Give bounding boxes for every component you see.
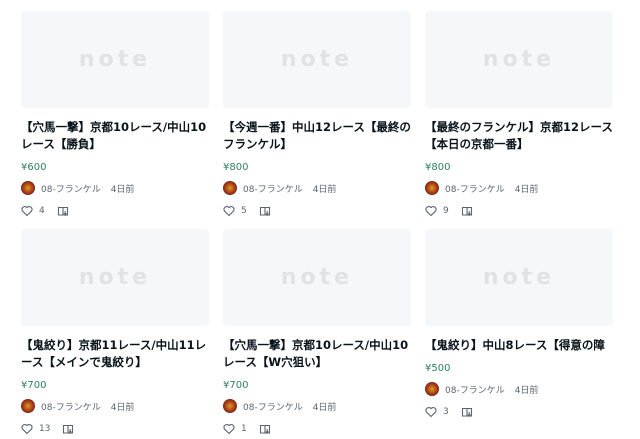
note-card[interactable]: note 【最終のフランケル】京都12レース【本日の京都一番】 ¥800 08-…: [425, 11, 613, 217]
post-date: 4日前: [312, 184, 337, 195]
note-card[interactable]: note 【穴馬一撃】京都10レース/中山10レース【勝負】 ¥600 08-フ…: [21, 11, 209, 217]
add-to-magazine-icon[interactable]: [62, 423, 74, 435]
avatar[interactable]: [223, 181, 237, 195]
card-actions: 1: [223, 423, 411, 435]
card-author[interactable]: 08-フランケル 4日前: [425, 181, 613, 195]
note-card-grid: note 【穴馬一撃】京都10レース/中山10レース【勝負】 ¥600 08-フ…: [0, 0, 640, 439]
card-price: ¥800: [223, 162, 249, 173]
author-name[interactable]: 08-フランケル: [41, 182, 101, 195]
post-date: 4日前: [514, 385, 539, 396]
card-author[interactable]: 08-フランケル 4日前: [21, 399, 209, 413]
card-actions: 5: [223, 205, 411, 217]
card-thumbnail[interactable]: note: [21, 229, 209, 326]
card-title[interactable]: 【穴馬一撃】京都10レース/中山10レース【W穴狙い】: [223, 337, 411, 371]
add-to-magazine-icon[interactable]: [259, 205, 271, 217]
card-price: ¥800: [425, 162, 451, 173]
avatar[interactable]: [21, 399, 35, 413]
card-price: ¥600: [21, 162, 47, 173]
card-price: ¥500: [425, 363, 451, 374]
heart-icon[interactable]: [21, 205, 33, 217]
card-thumbnail[interactable]: note: [425, 11, 613, 108]
card-thumbnail[interactable]: note: [223, 11, 411, 108]
post-date: 4日前: [514, 184, 539, 195]
like-count: 3: [443, 407, 449, 417]
like-count: 9: [443, 206, 449, 216]
card-author[interactable]: 08-フランケル 4日前: [425, 382, 613, 396]
heart-icon[interactable]: [223, 205, 235, 217]
card-actions: 3: [425, 406, 613, 418]
avatar[interactable]: [21, 181, 35, 195]
card-title[interactable]: 【鬼絞り】京都11レース/中山11レース【メインで鬼絞り】: [21, 337, 209, 371]
add-to-magazine-icon[interactable]: [461, 406, 473, 418]
card-actions: 9: [425, 205, 613, 217]
add-to-magazine-icon[interactable]: [259, 423, 271, 435]
heart-icon[interactable]: [425, 205, 437, 217]
note-card[interactable]: note 【今週一番】中山12レース【最終のフランケル】 ¥800 08-フラン…: [223, 11, 411, 217]
card-title[interactable]: 【穴馬一撃】京都10レース/中山10レース【勝負】: [21, 119, 209, 153]
note-card[interactable]: note 【鬼絞り】京都11レース/中山11レース【メインで鬼絞り】 ¥700 …: [21, 229, 209, 435]
post-date: 4日前: [312, 402, 337, 413]
author-name[interactable]: 08-フランケル: [41, 400, 101, 413]
post-date: 4日前: [110, 402, 135, 413]
card-thumbnail[interactable]: note: [21, 11, 209, 108]
note-logo: note: [78, 47, 152, 72]
card-title[interactable]: 【最終のフランケル】京都12レース【本日の京都一番】: [425, 119, 613, 153]
card-actions: 13: [21, 423, 209, 435]
post-date: 4日前: [110, 184, 135, 195]
note-card[interactable]: note 【鬼絞り】中山8レース【得意の障害】 ¥500 08-フランケル 4日…: [425, 229, 613, 418]
avatar[interactable]: [425, 181, 439, 195]
card-thumbnail[interactable]: note: [223, 229, 411, 326]
avatar[interactable]: [425, 382, 439, 396]
author-name[interactable]: 08-フランケル: [445, 383, 505, 396]
note-logo: note: [280, 265, 354, 290]
card-author[interactable]: 08-フランケル 4日前: [223, 181, 411, 195]
card-thumbnail[interactable]: note: [425, 229, 613, 326]
heart-icon[interactable]: [425, 406, 437, 418]
note-card[interactable]: note 【穴馬一撃】京都10レース/中山10レース【W穴狙い】 ¥700 08…: [223, 229, 411, 435]
avatar[interactable]: [223, 399, 237, 413]
author-name[interactable]: 08-フランケル: [445, 182, 505, 195]
note-logo: note: [482, 47, 556, 72]
note-logo: note: [280, 47, 354, 72]
card-actions: 4: [21, 205, 209, 217]
like-count: 1: [241, 424, 247, 434]
card-author[interactable]: 08-フランケル 4日前: [21, 181, 209, 195]
card-price: ¥700: [21, 380, 47, 391]
like-count: 4: [39, 206, 45, 216]
like-count: 13: [39, 424, 51, 434]
card-title[interactable]: 【今週一番】中山12レース【最終のフランケル】: [223, 119, 411, 153]
author-name[interactable]: 08-フランケル: [243, 400, 303, 413]
card-title[interactable]: 【鬼絞り】中山8レース【得意の障害】: [425, 337, 613, 354]
add-to-magazine-icon[interactable]: [461, 205, 473, 217]
add-to-magazine-icon[interactable]: [57, 205, 69, 217]
heart-icon[interactable]: [21, 423, 33, 435]
author-name[interactable]: 08-フランケル: [243, 182, 303, 195]
like-count: 5: [241, 206, 247, 216]
card-price: ¥700: [223, 380, 249, 391]
card-author[interactable]: 08-フランケル 4日前: [223, 399, 411, 413]
note-logo: note: [482, 265, 556, 290]
heart-icon[interactable]: [223, 423, 235, 435]
note-logo: note: [78, 265, 152, 290]
